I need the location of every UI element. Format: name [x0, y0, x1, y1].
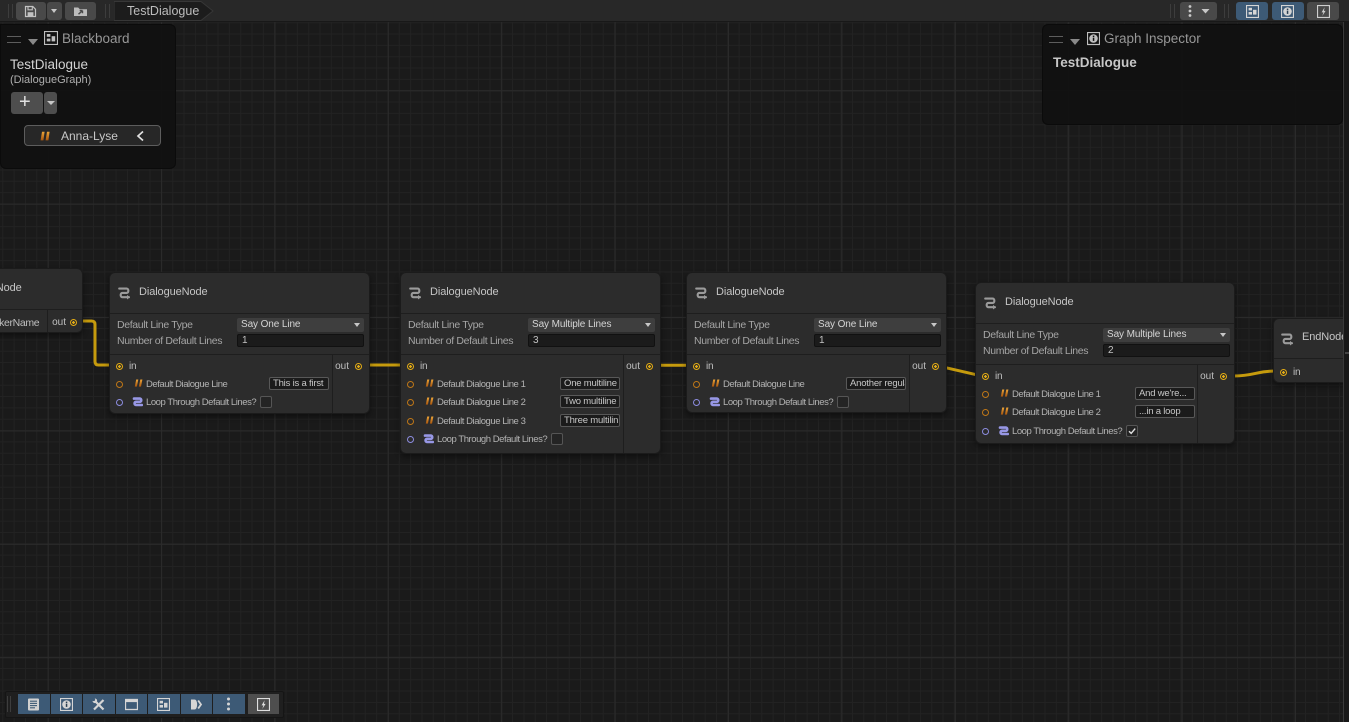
svg-text:TestDialogue: TestDialogue	[127, 4, 199, 18]
